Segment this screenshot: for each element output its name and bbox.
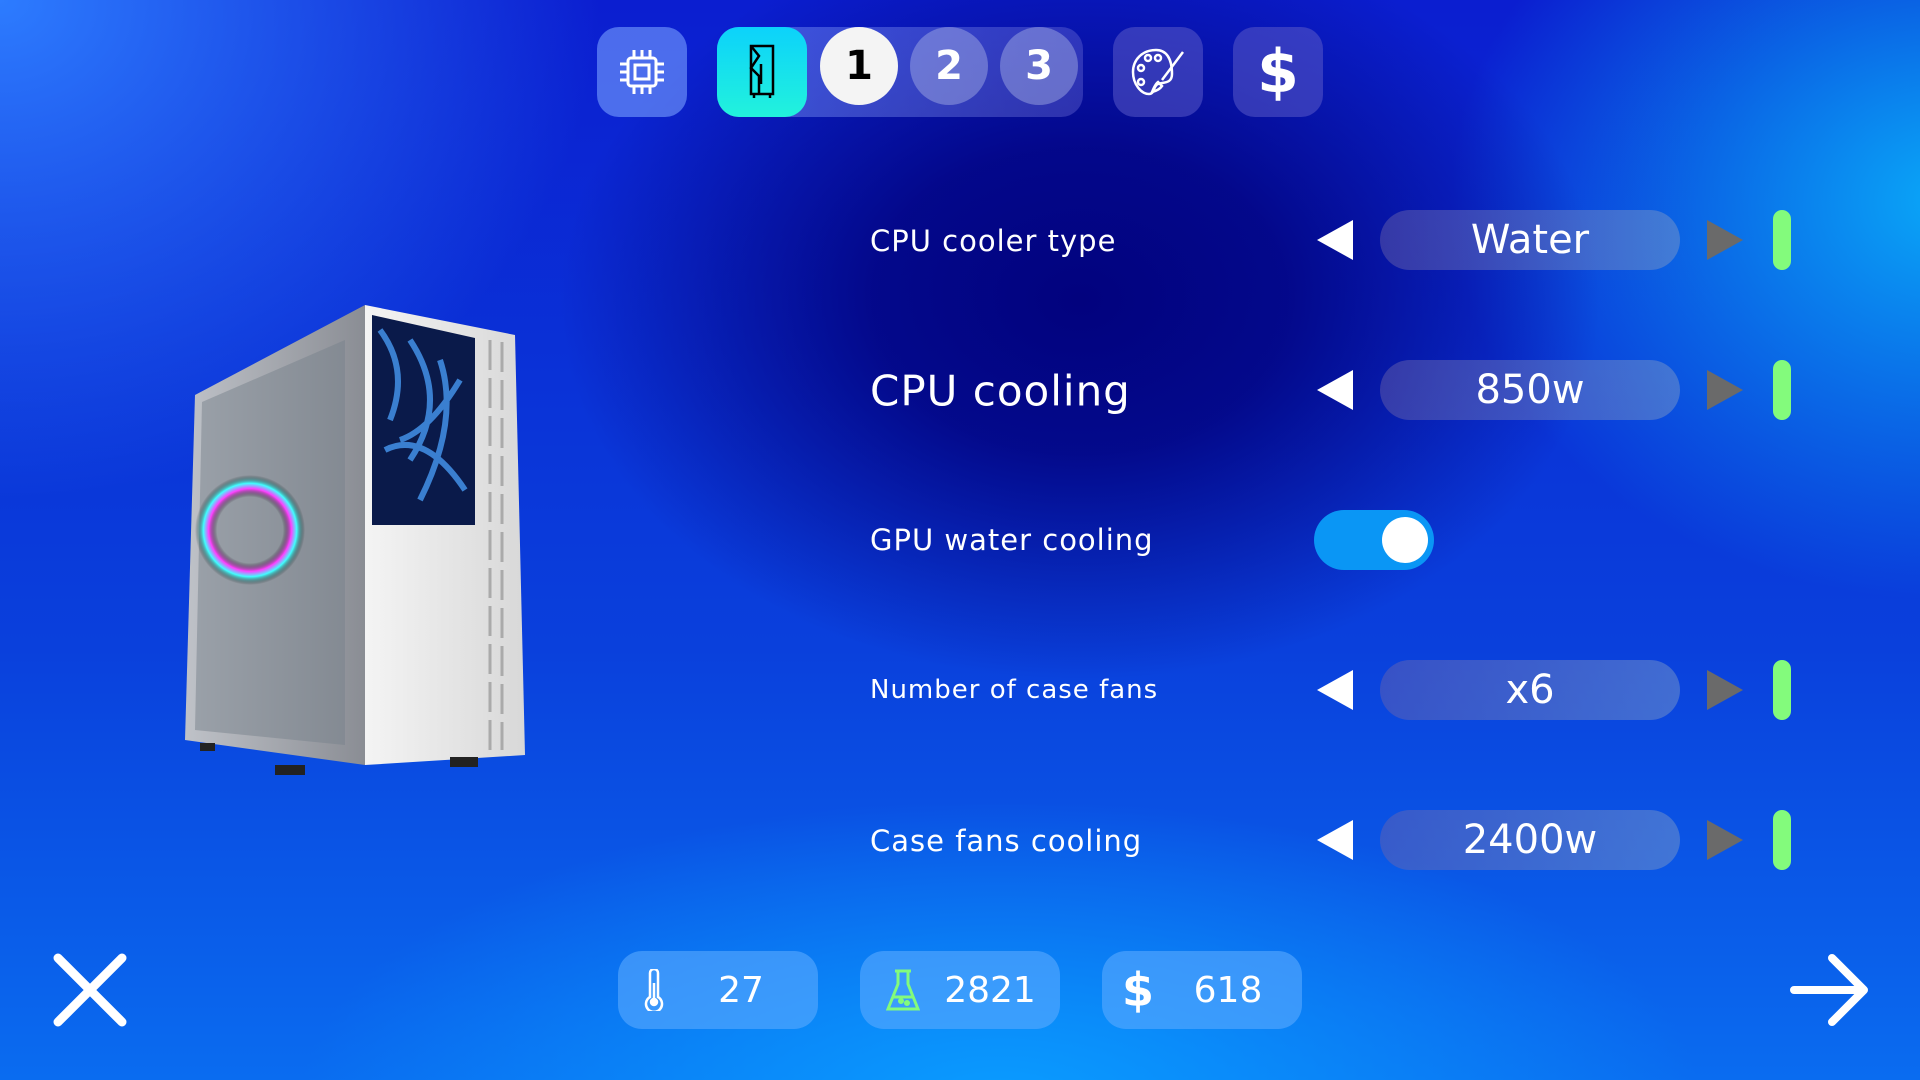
dollar-icon: $ — [1122, 963, 1155, 1017]
cpu-cooling-prev-arrow-icon[interactable] — [1317, 370, 1353, 410]
dollar-icon: $ — [1257, 37, 1299, 107]
cpu-cooler-type-prev-arrow-icon[interactable] — [1317, 220, 1353, 260]
case-fans-cooling-indicator — [1773, 810, 1791, 870]
nav-price-button[interactable]: $ — [1233, 27, 1323, 117]
cpu-cooler-type-indicator — [1773, 210, 1791, 270]
cpu-cooling-value: 850w — [1380, 360, 1680, 420]
cpu-cooler-type-label: CPU cooler type — [870, 224, 1117, 258]
case-fans-cooling-next-arrow-icon[interactable] — [1707, 820, 1743, 860]
cpu-cooling-next-arrow-icon[interactable] — [1707, 370, 1743, 410]
cpu-cooler-type-value: Water — [1380, 210, 1680, 270]
palette-icon — [1131, 48, 1184, 96]
gpu-water-cooling-toggle[interactable] — [1314, 510, 1434, 570]
case-fans-cooling-label: Case fans cooling — [870, 824, 1143, 858]
toggle-knob — [1382, 517, 1428, 563]
case-fans-cooling-prev-arrow-icon[interactable] — [1317, 820, 1353, 860]
nav-paint-button[interactable] — [1113, 27, 1203, 117]
case-fans-count-label: Number of case fans — [870, 675, 1159, 705]
step-3[interactable]: 3 — [1000, 27, 1078, 105]
cpu-cooling-indicator — [1773, 360, 1791, 420]
pc-case-image — [185, 305, 525, 775]
step-2[interactable]: 2 — [910, 27, 988, 105]
research-stat: 2821 — [860, 951, 1060, 1029]
case-fans-count-indicator — [1773, 660, 1791, 720]
cpu-chip-icon — [620, 50, 664, 94]
step-1[interactable]: 1 — [820, 27, 898, 105]
flask-icon — [886, 969, 920, 1011]
thermometer-icon — [644, 969, 664, 1011]
research-value: 2821 — [944, 969, 1036, 1011]
pc-case-icon — [749, 44, 775, 98]
case-fans-count-value: x6 — [1380, 660, 1680, 720]
nav-case-button[interactable] — [717, 27, 807, 117]
gpu-water-cooling-label: GPU water cooling — [870, 523, 1154, 557]
temperature-value: 27 — [718, 969, 764, 1011]
case-fans-count-prev-arrow-icon[interactable] — [1317, 670, 1353, 710]
close-icon[interactable] — [52, 952, 128, 1028]
nav-cpu-button[interactable] — [597, 27, 687, 117]
cpu-cooler-type-next-arrow-icon[interactable] — [1707, 220, 1743, 260]
money-stat: $ 618 — [1102, 951, 1302, 1029]
case-fans-cooling-value: 2400w — [1380, 810, 1680, 870]
temperature-stat: 27 — [618, 951, 818, 1029]
case-fans-count-next-arrow-icon[interactable] — [1707, 670, 1743, 710]
cpu-cooling-label: CPU cooling — [870, 366, 1131, 416]
money-value: 618 — [1193, 969, 1263, 1011]
next-arrow-icon[interactable] — [1790, 952, 1870, 1028]
